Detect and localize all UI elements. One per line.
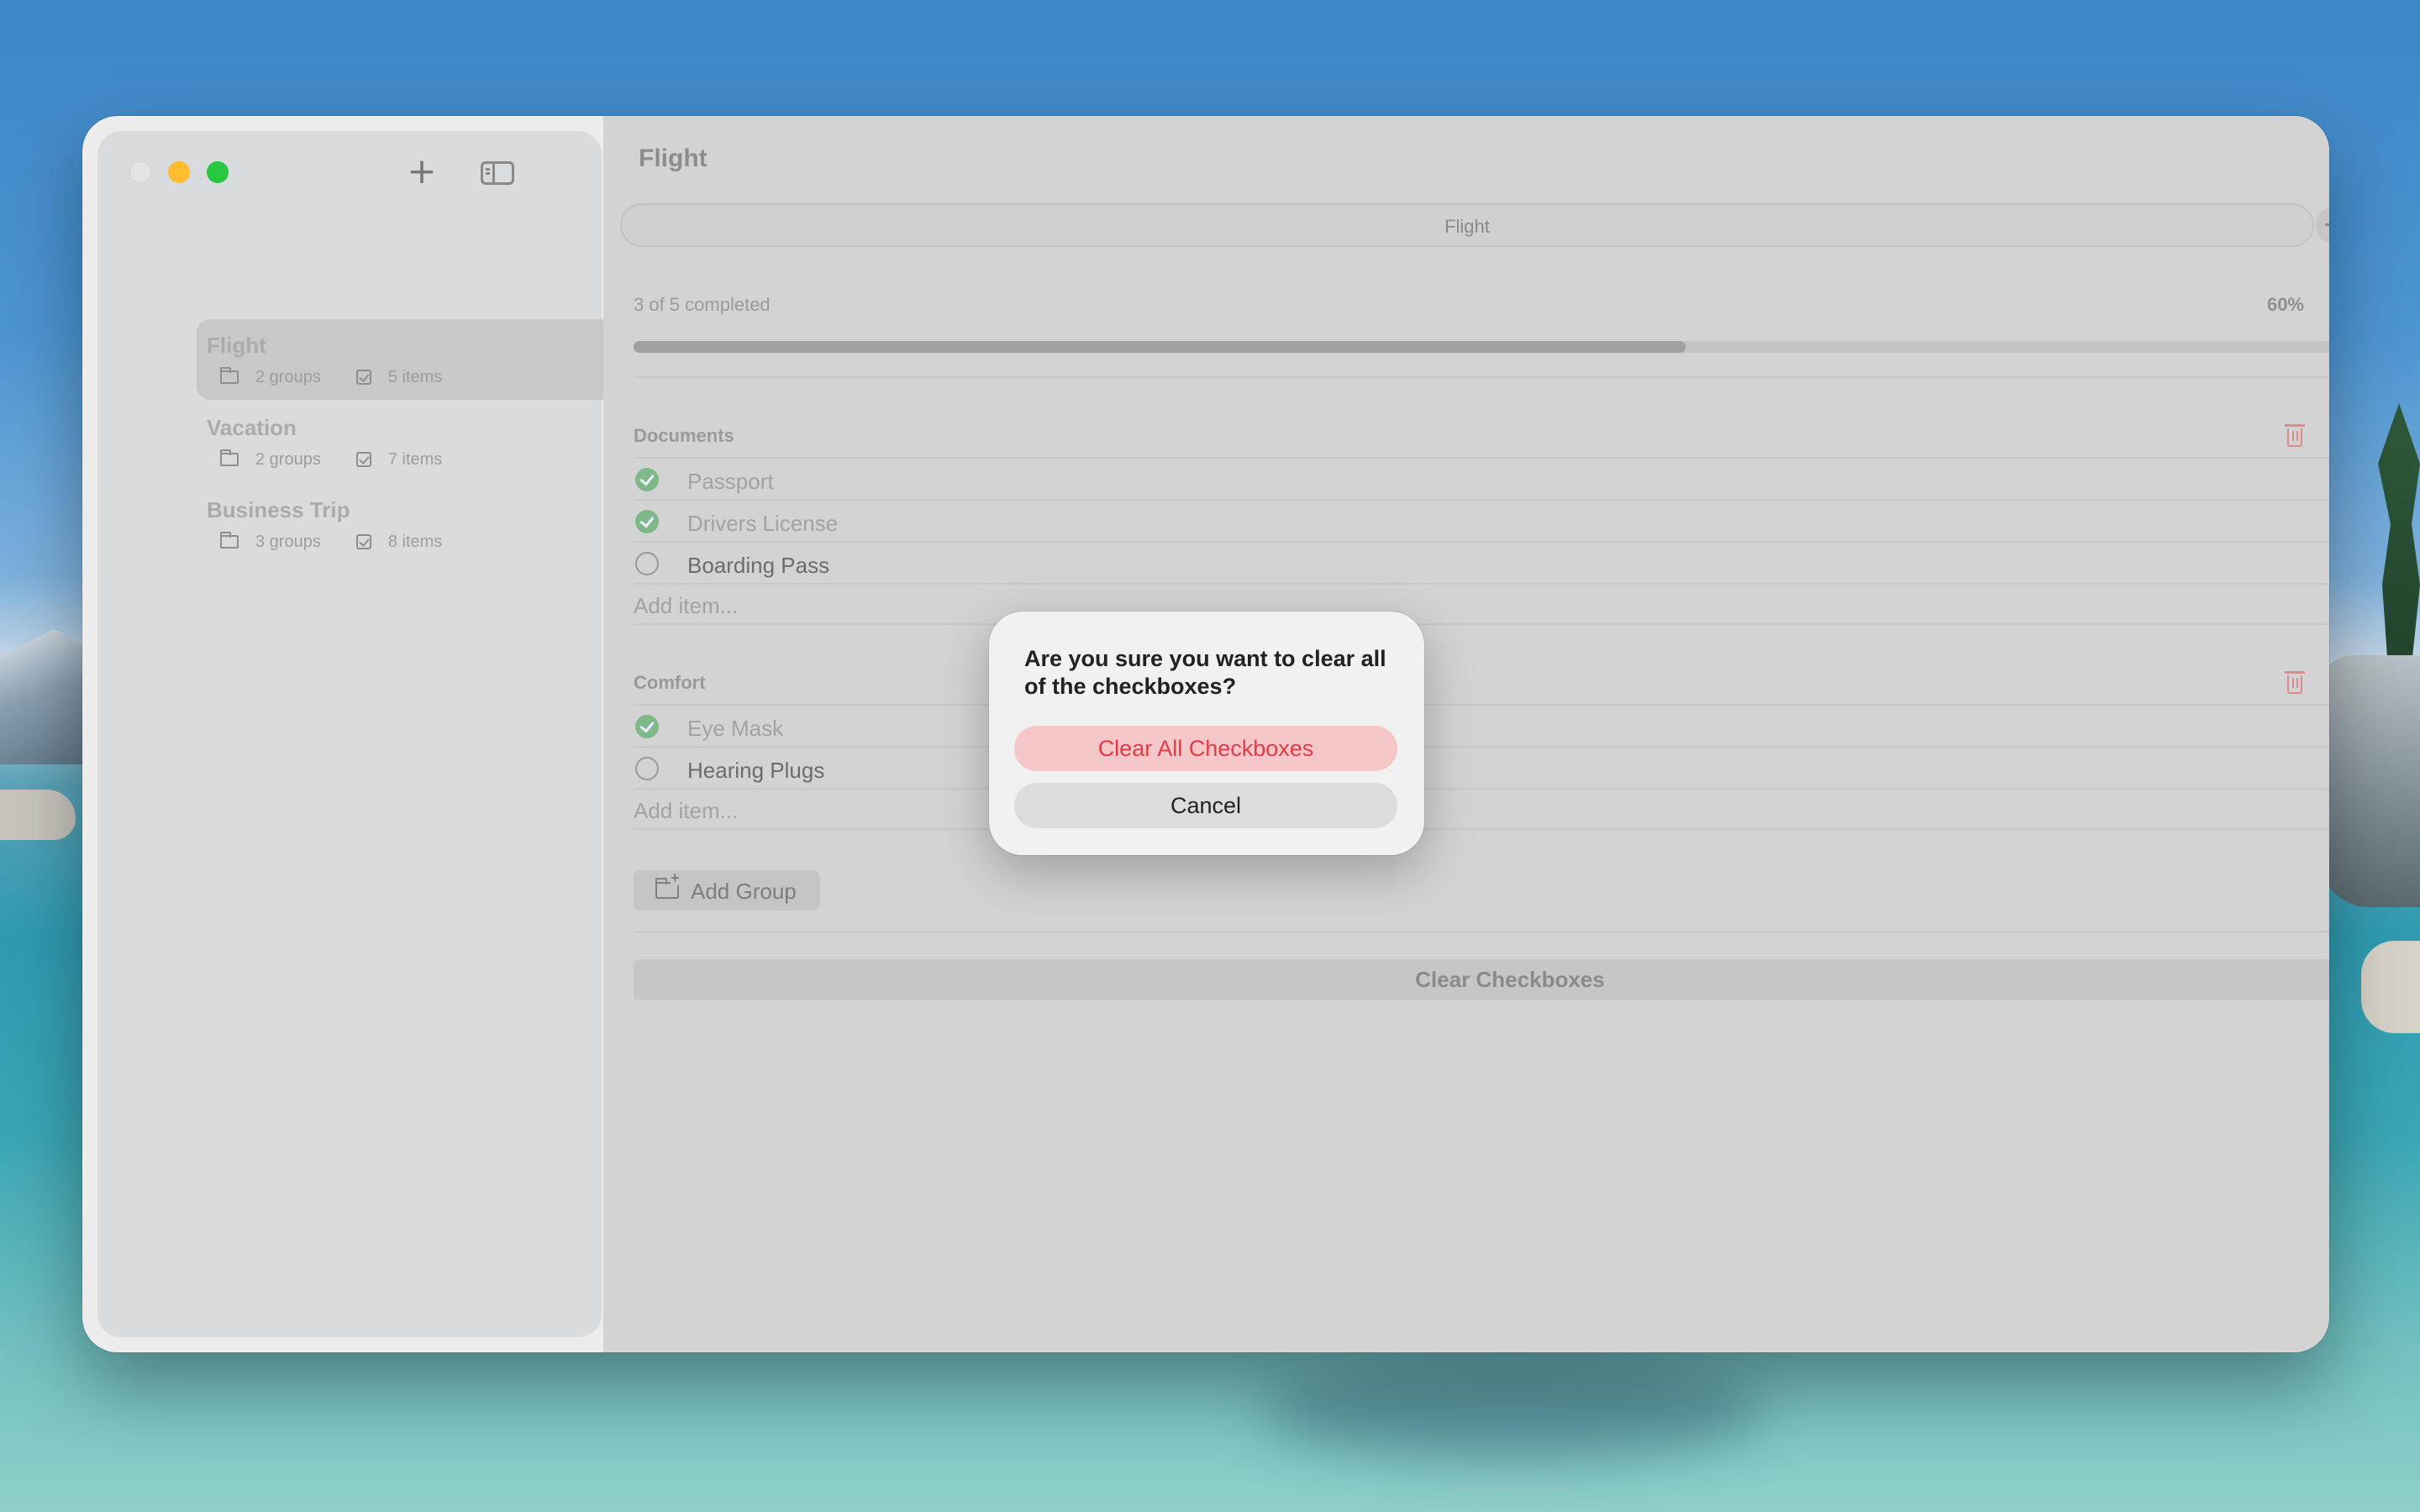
add-group-button[interactable]: Add Group: [634, 870, 820, 911]
checked-circle-icon[interactable]: [635, 468, 659, 491]
clear-all-checkboxes-button[interactable]: Clear All Checkboxes: [1014, 726, 1397, 771]
folder-icon: [220, 367, 239, 384]
cancel-label: Cancel: [1170, 793, 1242, 818]
plus-icon[interactable]: +: [405, 154, 439, 189]
sidebar: + Flight 2 groups 5 items Vacation 2 gro…: [97, 131, 672, 1337]
sidebar-item-meta: 2 groups 7 items: [220, 449, 442, 470]
folder-icon: [220, 449, 239, 466]
divider: [634, 828, 2329, 830]
add-tab-button[interactable]: +: [2316, 207, 2329, 244]
folder-icon: [220, 532, 239, 549]
page-title: Flight: [639, 144, 708, 172]
sidebar-item-title: Flight: [207, 333, 266, 358]
group-count: 2 groups: [255, 367, 321, 386]
list-item: Eye Mask: [634, 706, 2329, 748]
list-item: Boarding Pass: [634, 543, 2329, 585]
close-window-button[interactable]: [129, 161, 151, 183]
trash-icon[interactable]: [2285, 424, 2305, 447]
item-label[interactable]: Hearing Plugs: [687, 758, 824, 784]
trash-icon[interactable]: [2285, 671, 2305, 694]
tab-label: Flight: [1444, 216, 1490, 237]
confirm-dialog: Are you sure you want to clear all of th…: [989, 612, 1424, 855]
sidebar-item-business-trip[interactable]: Business Trip 3 groups 8 items: [197, 484, 672, 564]
empty-circle-icon[interactable]: [635, 552, 659, 575]
progress-fill: [634, 341, 1686, 353]
group-header-comfort: Comfort: [634, 672, 706, 693]
progress-label: 3 of 5 completed: [634, 294, 771, 315]
desktop-water-shadow: [1260, 1361, 1765, 1462]
checkbox-icon: [355, 452, 371, 467]
checkbox-icon: [355, 534, 371, 549]
main-content: Flight Flight + 3 of 5 completed 60% Doc…: [603, 116, 2329, 1352]
divider: [634, 583, 2329, 585]
minimize-window-button[interactable]: [168, 161, 190, 183]
sidebar-item-flight[interactable]: Flight 2 groups 5 items: [197, 319, 672, 400]
item-label[interactable]: Drivers License: [687, 511, 838, 537]
progress-bar: [634, 341, 2329, 353]
group-count: 3 groups: [255, 532, 321, 551]
empty-circle-icon[interactable]: [635, 757, 659, 780]
checked-circle-icon[interactable]: [635, 715, 659, 738]
sidebar-item-meta: 3 groups 8 items: [220, 531, 442, 553]
item-label[interactable]: Passport: [687, 469, 774, 495]
list-item: Passport: [634, 459, 2329, 501]
clear-all-label: Clear All Checkboxes: [1097, 736, 1314, 761]
divider: [634, 623, 2329, 625]
clear-checkboxes-button[interactable]: Clear Checkboxes: [634, 959, 2329, 1000]
maximize-window-button[interactable]: [207, 161, 229, 183]
group-header-documents: Documents: [634, 425, 734, 446]
divider: [634, 931, 2329, 932]
group-count: 2 groups: [255, 449, 321, 469]
item-count: 8 items: [387, 532, 443, 551]
sidebar-item-title: Business Trip: [207, 497, 350, 522]
item-count: 7 items: [387, 449, 443, 469]
folder-plus-icon: [655, 870, 680, 899]
sidebar-item-vacation[interactable]: Vacation 2 groups 7 items: [197, 402, 672, 482]
sidebar-item-meta: 2 groups 5 items: [220, 366, 442, 388]
clear-checkboxes-label: Clear Checkboxes: [1415, 967, 1605, 992]
checked-circle-icon[interactable]: [635, 510, 659, 533]
item-label[interactable]: Eye Mask: [687, 716, 783, 742]
item-count: 5 items: [387, 367, 443, 386]
sidebar-toggle-icon[interactable]: [481, 161, 514, 185]
list-item: Drivers License: [634, 501, 2329, 543]
cancel-button[interactable]: Cancel: [1014, 783, 1397, 828]
desktop-rock: [2319, 655, 2420, 907]
list-item: Hearing Plugs: [634, 748, 2329, 790]
tab-flight[interactable]: Flight: [620, 203, 2314, 247]
desktop-rock: [0, 790, 76, 840]
progress-percent: 60%: [2266, 294, 2304, 315]
item-label[interactable]: Boarding Pass: [687, 553, 829, 579]
desktop-rock: [2361, 941, 2420, 1033]
divider: [634, 788, 2329, 790]
add-group-label: Add Group: [691, 879, 797, 904]
add-item-field[interactable]: Add item...: [634, 798, 738, 824]
add-item-field[interactable]: Add item...: [634, 593, 738, 619]
checkbox-icon: [355, 370, 371, 385]
dialog-message: Are you sure you want to clear all of th…: [1024, 646, 1386, 699]
divider: [634, 376, 2329, 378]
sidebar-item-title: Vacation: [207, 415, 297, 440]
